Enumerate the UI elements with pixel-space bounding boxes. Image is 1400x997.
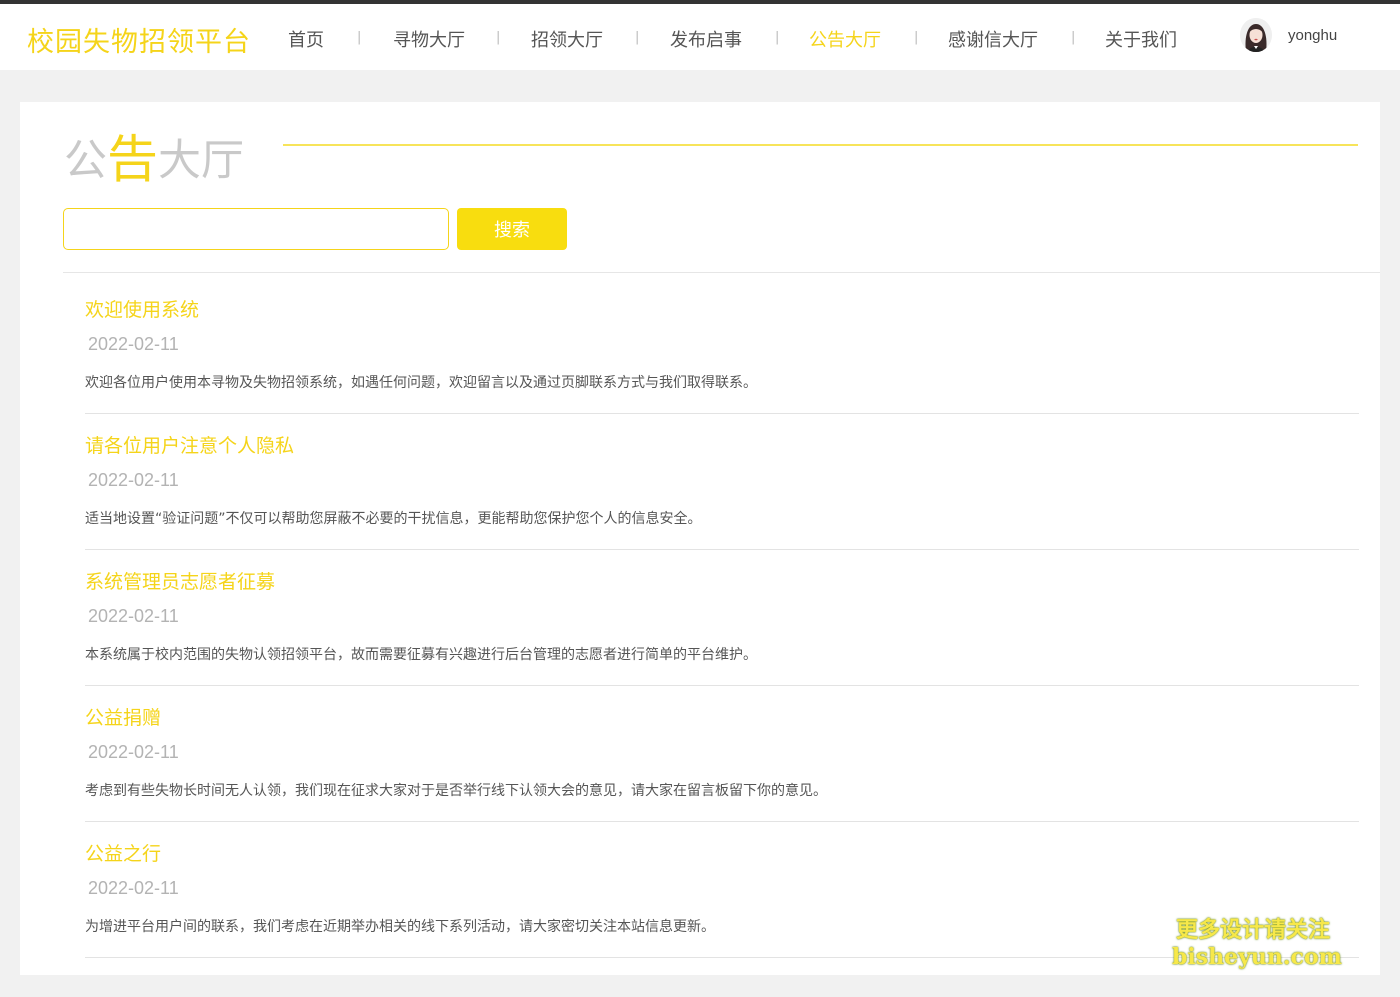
- site-logo[interactable]: 校园失物招领平台: [27, 20, 251, 59]
- nav-separator: |: [496, 30, 501, 45]
- username[interactable]: yonghu: [1288, 27, 1337, 44]
- notice-content: 欢迎各位用户使用本寻物及失物招领系统，如遇任何问题，欢迎留言以及通过页脚联系方式…: [85, 375, 757, 391]
- nav-item-about[interactable]: 关于我们: [1105, 26, 1177, 52]
- notice-divider: [85, 957, 1359, 958]
- notice-hall-panel: 公告大厅 搜索 欢迎使用系统 2022-02-11 欢迎各位用户使用本寻物及失物…: [20, 102, 1380, 975]
- notice-item[interactable]: 公益之行 2022-02-11 为增进平台用户间的联系，我们考虑在近期举办相关的…: [85, 839, 1359, 975]
- nav-item-home[interactable]: 首页: [288, 26, 324, 52]
- nav-separator: |: [775, 30, 780, 45]
- search-button[interactable]: 搜索: [457, 208, 567, 250]
- page-title: 公告大厅: [64, 118, 244, 192]
- notice-divider: [85, 413, 1359, 414]
- notice-date: 2022-02-11: [88, 606, 179, 626]
- notice-content: 适当地设置“验证问题”不仅可以帮助您屏蔽不必要的干扰信息，更能帮助您保护您个人的…: [85, 511, 702, 527]
- notice-title[interactable]: 公益捐赠: [85, 703, 161, 730]
- page-title-part1: 公: [64, 136, 107, 186]
- notice-divider: [85, 685, 1359, 686]
- user-avatar-icon: [1240, 18, 1272, 52]
- notice-content: 本系统属于校内范围的失物认领招领平台，故而需要征募有兴趣进行后台管理的志愿者进行…: [85, 647, 757, 663]
- nav-item-notices[interactable]: 公告大厅: [809, 26, 881, 52]
- notice-title[interactable]: 请各位用户注意个人隐私: [85, 431, 294, 458]
- notice-item[interactable]: 请各位用户注意个人隐私 2022-02-11 适当地设置“验证问题”不仅可以帮助…: [85, 431, 1359, 567]
- nav-separator: |: [357, 30, 362, 45]
- nav-item-found[interactable]: 招领大厅: [531, 26, 603, 52]
- notice-date: 2022-02-11: [88, 742, 179, 762]
- avatar[interactable]: [1240, 18, 1272, 52]
- nav-item-lost[interactable]: 寻物大厅: [393, 26, 465, 52]
- notice-divider: [85, 821, 1359, 822]
- watermark-line1: 更多设计请关注: [1175, 918, 1330, 943]
- notice-divider: [85, 549, 1359, 550]
- page-title-highlight: 告: [107, 131, 159, 190]
- nav-separator: |: [635, 30, 640, 45]
- notice-date: 2022-02-11: [88, 334, 179, 354]
- notice-date: 2022-02-11: [88, 878, 179, 898]
- notice-title[interactable]: 公益之行: [85, 839, 161, 866]
- notice-item[interactable]: 欢迎使用系统 2022-02-11 欢迎各位用户使用本寻物及失物招领系统，如遇任…: [85, 295, 1359, 431]
- notice-content: 考虑到有些失物长时间无人认领，我们现在征求大家对于是否举行线下认领大会的意见，请…: [85, 783, 827, 799]
- notice-content: 为增进平台用户间的联系，我们考虑在近期举办相关的线下系列活动，请大家密切关注本站…: [85, 919, 715, 935]
- notice-date: 2022-02-11: [88, 470, 179, 490]
- watermark: 更多设计请关注 bisheyun.com: [1172, 918, 1342, 970]
- title-divider: [283, 144, 1358, 146]
- search-divider: [63, 272, 1380, 273]
- notice-item[interactable]: 系统管理员志愿者征募 2022-02-11 本系统属于校内范围的失物认领招领平台…: [85, 567, 1359, 703]
- watermark-line2: bisheyun.com: [1172, 944, 1342, 970]
- notice-title[interactable]: 系统管理员志愿者征募: [85, 567, 275, 594]
- nav-item-thanks[interactable]: 感谢信大厅: [948, 26, 1038, 52]
- search-input[interactable]: [63, 208, 449, 250]
- nav-separator: |: [1071, 30, 1076, 45]
- nav-separator: |: [914, 30, 919, 45]
- notice-title[interactable]: 欢迎使用系统: [85, 295, 199, 322]
- page-title-part2: 大厅: [158, 136, 245, 186]
- header: 校园失物招领平台 首页 | 寻物大厅 | 招领大厅 | 发布启事 | 公告大厅 …: [0, 4, 1400, 70]
- nav-item-publish[interactable]: 发布启事: [670, 26, 742, 52]
- notice-item[interactable]: 公益捐赠 2022-02-11 考虑到有些失物长时间无人认领，我们现在征求大家对…: [85, 703, 1359, 839]
